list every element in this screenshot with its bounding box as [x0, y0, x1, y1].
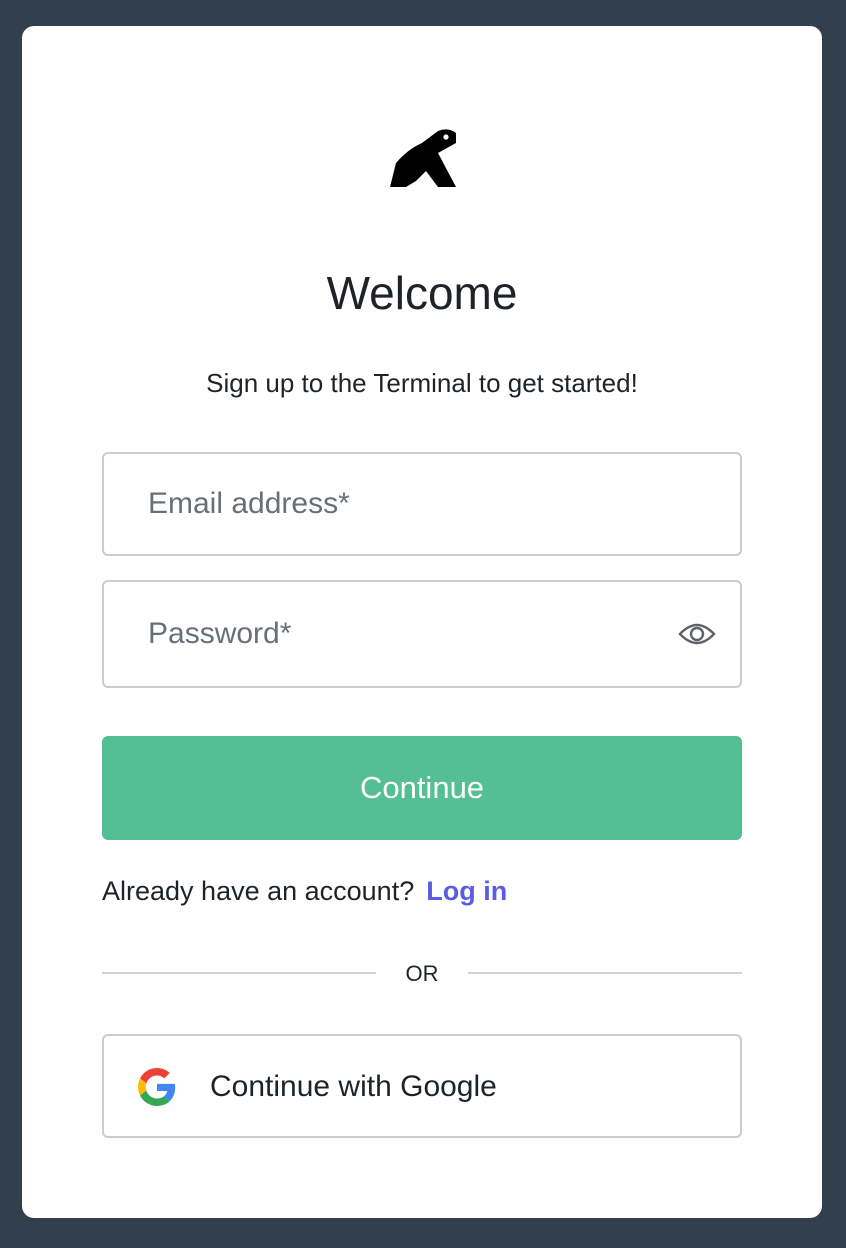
- divider-label: OR: [405, 961, 439, 986]
- page-title: Welcome: [326, 267, 518, 319]
- google-signin-button[interactable]: Continue with Google: [102, 1034, 742, 1138]
- login-prompt-row: Already have an account? Log in: [102, 876, 507, 907]
- login-prompt-text: Already have an account?: [102, 876, 415, 906]
- divider-line-right: [468, 972, 742, 974]
- continue-button[interactable]: Continue: [102, 736, 742, 840]
- google-button-label: Continue with Google: [210, 1070, 497, 1103]
- page-subtitle: Sign up to the Terminal to get started!: [206, 368, 638, 398]
- frog-icon: [390, 129, 456, 187]
- password-field-wrapper: [102, 580, 742, 688]
- signup-card: Welcome Sign up to the Terminal to get s…: [22, 26, 822, 1218]
- password-field[interactable]: [104, 582, 740, 686]
- eye-icon[interactable]: [678, 618, 716, 650]
- google-icon: [138, 1068, 176, 1106]
- divider-line-left: [102, 972, 376, 974]
- email-field-wrapper: [102, 452, 742, 556]
- email-field[interactable]: [104, 454, 740, 554]
- login-link[interactable]: Log in: [426, 876, 507, 906]
